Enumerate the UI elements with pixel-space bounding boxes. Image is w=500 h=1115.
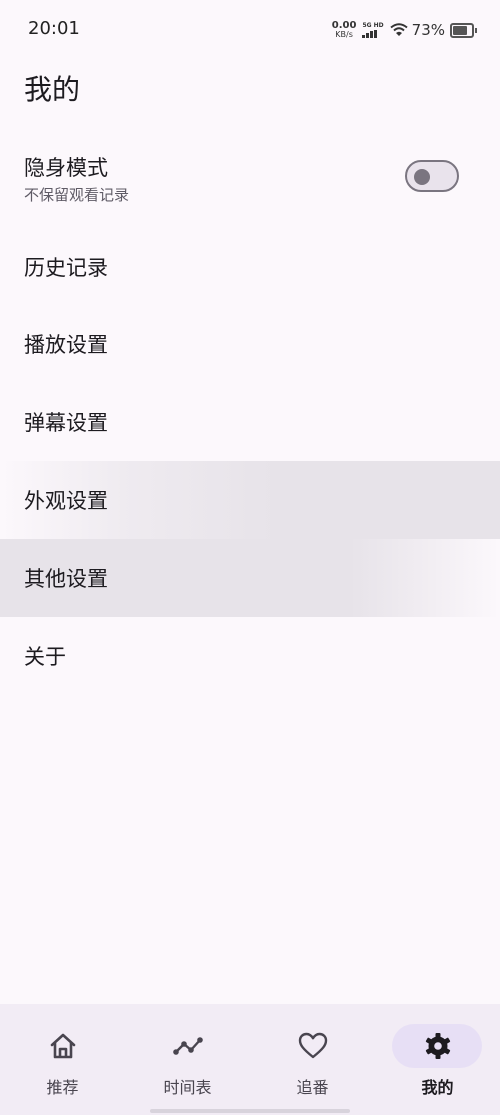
menu-item-history[interactable]: 历史记录 [0,228,500,304]
status-bar: 20:01 0.00 KB/s 5G HD 73% [0,0,500,60]
nav-label: 时间表 [163,1078,212,1097]
battery-icon [450,22,477,38]
heart-icon [298,1032,327,1059]
net-speed-unit: KB/s [335,30,353,39]
gear-icon [425,1033,450,1059]
status-time: 20:01 [28,18,80,39]
incognito-toggle[interactable] [405,160,459,192]
nav-label: 我的 [421,1078,454,1097]
nav-tab-following[interactable]: 追番 [250,1004,375,1104]
nav-tab-recommend[interactable]: 推荐 [0,1004,125,1104]
menu-item-label: 弹幕设置 [24,411,108,435]
menu-item-other-settings[interactable]: 其他设置 [0,539,500,617]
home-indicator[interactable] [150,1109,350,1113]
cell-signal-icon: 5G HD [362,22,384,38]
nav-tab-timeline[interactable]: 时间表 [125,1004,250,1104]
menu-item-playback-settings[interactable]: 播放设置 [0,305,500,383]
menu-item-label: 外观设置 [24,489,108,513]
nav-label: 推荐 [46,1078,79,1097]
menu-item-about[interactable]: 关于 [0,617,500,695]
menu-item-label: 播放设置 [24,333,108,357]
menu-item-label: 历史记录 [24,256,108,280]
page-title: 我的 [24,73,81,106]
signal-label: 5G HD [362,22,384,29]
status-indicators: 0.00 KB/s 5G HD 73% [331,18,477,42]
timeline-icon [172,1037,203,1055]
battery-percent: 73% [411,21,445,39]
menu-item-danmaku-settings[interactable]: 弹幕设置 [0,383,500,461]
wifi-icon [390,23,408,36]
nav-label: 追番 [296,1078,329,1097]
net-speed: 0.00 KB/s [331,20,357,40]
toggle-knob [414,169,430,185]
incognito-label: 隐身模式 [24,156,108,180]
menu-item-label: 其他设置 [24,567,108,591]
net-speed-value: 0.00 [331,20,357,31]
menu-item-label: 关于 [24,645,66,669]
nav-tab-mine[interactable]: 我的 [375,1004,500,1104]
menu-item-appearance-settings[interactable]: 外观设置 [0,461,500,539]
incognito-description: 不保留观看记录 [24,186,130,204]
home-icon [50,1033,75,1059]
